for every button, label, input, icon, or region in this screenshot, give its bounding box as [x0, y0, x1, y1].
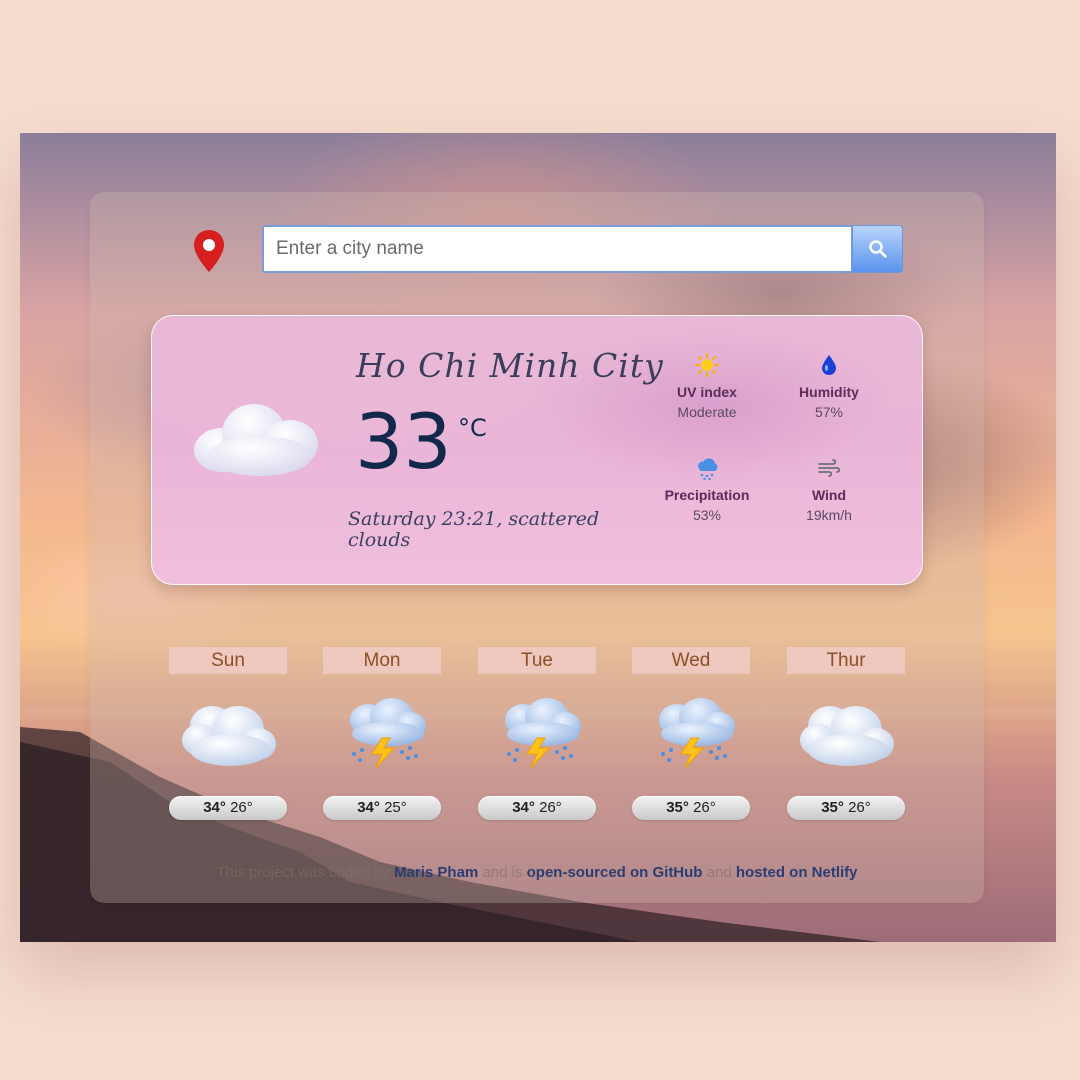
humidity-stat: Humidity 57%	[769, 352, 889, 420]
rain-cloud-icon	[698, 458, 718, 481]
location-pin-icon[interactable]	[191, 228, 227, 274]
city-search-input[interactable]	[262, 225, 853, 273]
thunderstorm-icon	[350, 698, 426, 769]
forecast-low: 26°	[539, 799, 562, 816]
search-button[interactable]	[852, 225, 903, 273]
wind-stat: Wind 19km/h	[769, 455, 889, 523]
stat-value: 57%	[814, 404, 844, 420]
wind-icon	[818, 459, 841, 477]
current-temperature: 33	[355, 397, 452, 486]
stat-label: Wind	[811, 487, 847, 503]
forecast-day: Tue 34° 26°	[478, 647, 596, 820]
precipitation-stat: Precipitation 53%	[647, 455, 767, 523]
stat-label: Humidity	[799, 384, 859, 400]
stat-value: 53%	[692, 507, 722, 523]
water-drop-icon	[822, 355, 836, 375]
weather-description: Saturday 23:21, scattered clouds	[348, 508, 600, 551]
forecast-high: 35°	[821, 799, 844, 816]
forecast-temp-range: 34° 25°	[323, 796, 441, 820]
forecast-temp-range: 34° 26°	[478, 796, 596, 820]
cloud-icon	[800, 706, 894, 766]
city-name: Ho Chi Minh City	[356, 346, 664, 385]
author-link[interactable]: Maris Pham	[394, 864, 478, 881]
footer-text: This project was coded by	[216, 864, 390, 881]
forecast-day-label: Mon	[323, 647, 441, 674]
forecast-low: 26°	[848, 799, 871, 816]
forecast-temp-range: 34° 26°	[169, 796, 287, 820]
current-weather-card: Ho Chi Minh City 33 °C Saturday 23:21, s…	[151, 315, 923, 585]
forecast-high: 35°	[666, 799, 689, 816]
cloud-icon	[182, 706, 276, 766]
footer-text: and is	[482, 864, 523, 881]
footer-credits: This project was coded by Maris Pham and…	[90, 864, 984, 881]
stat-value: Moderate	[677, 404, 737, 420]
forecast-low: 25°	[384, 799, 407, 816]
forecast-high: 34°	[203, 799, 226, 816]
sun-icon	[695, 353, 719, 377]
netlify-link[interactable]: hosted on Netlify	[736, 864, 858, 881]
forecast-day: Wed 35° 26°	[632, 647, 750, 820]
thunderstorm-icon	[505, 698, 581, 769]
footer-text: and	[706, 864, 732, 881]
forecast-day-label: Thur	[787, 647, 905, 674]
forecast-low: 26°	[693, 799, 716, 816]
forecast-day-label: Wed	[632, 647, 750, 674]
uv-index-stat: UV index Moderate	[647, 352, 767, 420]
forecast-day: Thur 35° 26°	[787, 647, 905, 820]
cloud-icon	[194, 404, 318, 476]
forecast-low: 26°	[230, 799, 253, 816]
github-link[interactable]: open-sourced on GitHub	[527, 864, 703, 881]
forecast-high: 34°	[512, 799, 535, 816]
forecast-day-label: Tue	[478, 647, 596, 674]
forecast-day: Mon 34° 25°	[323, 647, 441, 820]
forecast-temp-range: 35° 26°	[632, 796, 750, 820]
thunderstorm-icon	[659, 698, 735, 769]
search-icon	[868, 240, 887, 258]
stat-value: 19km/h	[806, 507, 852, 523]
stat-label: UV index	[677, 384, 737, 400]
forecast-day: Sun 34° 26°	[169, 647, 287, 820]
temperature-unit[interactable]: °C	[458, 414, 487, 442]
forecast-temp-range: 35° 26°	[787, 796, 905, 820]
forecast-day-label: Sun	[169, 647, 287, 674]
stat-label: Precipitation	[664, 487, 750, 503]
forecast-high: 34°	[357, 799, 380, 816]
